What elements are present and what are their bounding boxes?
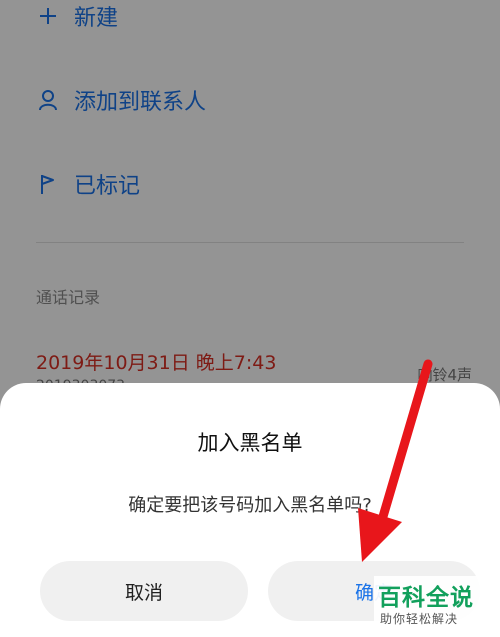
watermark-logo: 百科全说 助你轻松解决 bbox=[374, 576, 492, 630]
watermark-title: 百科全说 bbox=[378, 585, 474, 611]
dialog-title: 加入黑名单 bbox=[197, 431, 303, 455]
dialog-message: 确定要把该号码加入黑名单吗? bbox=[128, 495, 372, 516]
cancel-button[interactable]: 取消 bbox=[40, 561, 248, 621]
watermark-subtitle: 助你轻松解决 bbox=[380, 612, 459, 626]
